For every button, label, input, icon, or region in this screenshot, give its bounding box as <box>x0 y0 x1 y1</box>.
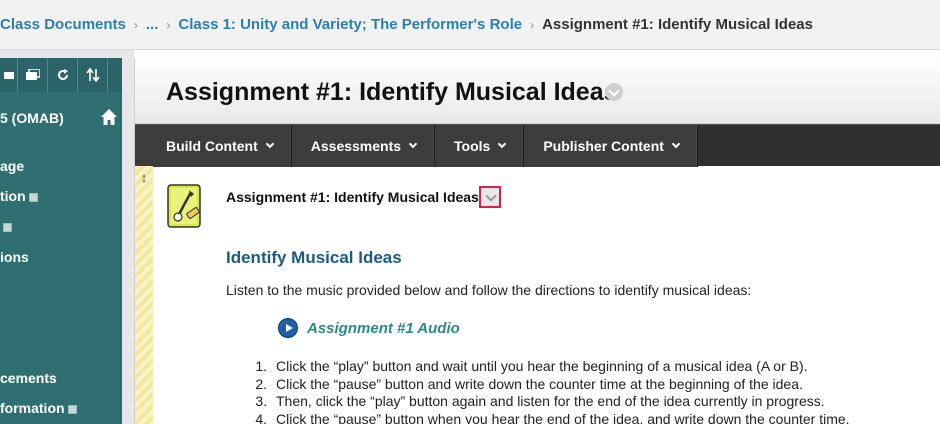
list-item: 4. Click the “pause” button when you hear… <box>245 410 850 424</box>
drag-handle-strip[interactable]: ↕ <box>135 166 153 424</box>
course-menu-item-label: tion <box>0 188 26 204</box>
course-menu-item-page[interactable]: age <box>0 158 24 174</box>
page-header: Assignment #1: Identify Musical Ideas <box>135 58 940 124</box>
course-menu-item-label: cements <box>0 370 57 386</box>
reorder-arrows-icon[interactable]: ↕ <box>138 170 150 185</box>
external-link-icon <box>67 404 77 414</box>
course-menu-item-information[interactable]: tion <box>0 188 38 204</box>
breadcrumb: Class Documents › ... › Class 1: Unity a… <box>0 0 940 50</box>
item-options-chevron-icon[interactable] <box>479 186 501 208</box>
list-item-text: Then, click the “play” button again and … <box>276 393 825 409</box>
course-menu: 5 (OMAB) age tion ions cements formation <box>0 58 122 424</box>
instructions-list: 1. Click the “play” button and wait until… <box>245 358 850 424</box>
course-menu-item-announcements[interactable]: cements <box>0 370 57 386</box>
audio-link[interactable]: Assignment #1 Audio <box>278 318 460 338</box>
list-item: 1. Click the “play” button and wait until… <box>245 358 850 376</box>
chevron-down-icon <box>265 139 275 149</box>
breadcrumb-link-class-1[interactable]: Class 1: Unity and Variety; The Performe… <box>178 16 522 33</box>
list-item-number: 2. <box>255 375 267 392</box>
action-label: Assessments <box>310 138 402 154</box>
publisher-content-menu[interactable]: Publisher Content <box>524 125 698 167</box>
breadcrumb-current: Assignment #1: Identify Musical Ideas <box>542 16 813 33</box>
content-item-title[interactable]: Assignment #1: Identify Musical Ideas <box>226 189 479 205</box>
chevron-down-icon <box>671 139 681 149</box>
action-bar: Build Content Assessments Tools Publishe… <box>135 124 940 167</box>
list-item-text: Click the “pause” button and write down … <box>276 375 803 392</box>
action-label: Tools <box>454 138 491 154</box>
list-item-number: 1. <box>255 358 267 374</box>
course-menu-toolbar <box>0 58 122 92</box>
chevron-down-icon <box>408 139 418 149</box>
course-menu-item-label: formation <box>0 400 65 416</box>
course-menu-item-course-information[interactable]: formation <box>0 400 77 416</box>
sort-icon[interactable] <box>78 58 108 92</box>
display-icon[interactable] <box>18 58 48 92</box>
page-options-chevron-icon[interactable] <box>605 83 623 101</box>
build-content-menu[interactable]: Build Content <box>135 125 292 167</box>
course-title[interactable]: 5 (OMAB) <box>0 110 64 126</box>
action-label: Build Content <box>166 138 258 154</box>
content-area: Assignment #1: Identify Musical Ideas Bu… <box>134 58 940 424</box>
course-menu-item-label: age <box>0 158 25 174</box>
folder-icon[interactable] <box>0 58 18 92</box>
course-menu-item-label: ions <box>0 249 29 265</box>
assignment-icon <box>167 184 203 230</box>
list-item: 3. Then, click the “play” button again an… <box>245 393 850 411</box>
breadcrumb-separator-icon: › <box>166 17 171 32</box>
content-heading: Identify Musical Ideas <box>226 248 402 267</box>
list-item-number: 3. <box>255 393 267 409</box>
home-icon[interactable] <box>100 108 118 126</box>
refresh-icon[interactable] <box>48 58 78 92</box>
list-item-text: Click the “pause” button when you hear t… <box>276 410 850 424</box>
list-item-number: 4. <box>255 410 267 424</box>
list-item-text: Click the “play” button and wait until y… <box>276 358 808 374</box>
breadcrumb-separator-icon: › <box>530 17 535 32</box>
breadcrumb-link-class-documents[interactable]: Class Documents <box>0 16 126 33</box>
chevron-down-icon <box>498 139 507 149</box>
course-menu-item-discussions[interactable]: ions <box>0 249 29 265</box>
breadcrumb-link-ellipsis[interactable]: ... <box>146 16 159 33</box>
breadcrumb-separator-icon: › <box>133 17 138 32</box>
left-column: 5 (OMAB) age tion ions cements formation <box>0 50 134 424</box>
action-label: Publisher Content <box>543 138 664 154</box>
external-link-icon <box>3 222 12 232</box>
assessments-menu[interactable]: Assessments <box>291 125 436 167</box>
audio-link-label: Assignment #1 Audio <box>307 319 460 337</box>
list-item: 2. Click the “pause” button and write dow… <box>245 376 850 394</box>
content-intro: Listen to the music provided below and f… <box>226 282 752 298</box>
page-title: Assignment #1: Identify Musical Ideas <box>166 78 618 106</box>
course-menu-item-link[interactable] <box>0 218 12 234</box>
play-icon <box>278 318 298 338</box>
tools-menu[interactable]: Tools <box>435 125 525 167</box>
external-link-icon <box>28 192 38 202</box>
